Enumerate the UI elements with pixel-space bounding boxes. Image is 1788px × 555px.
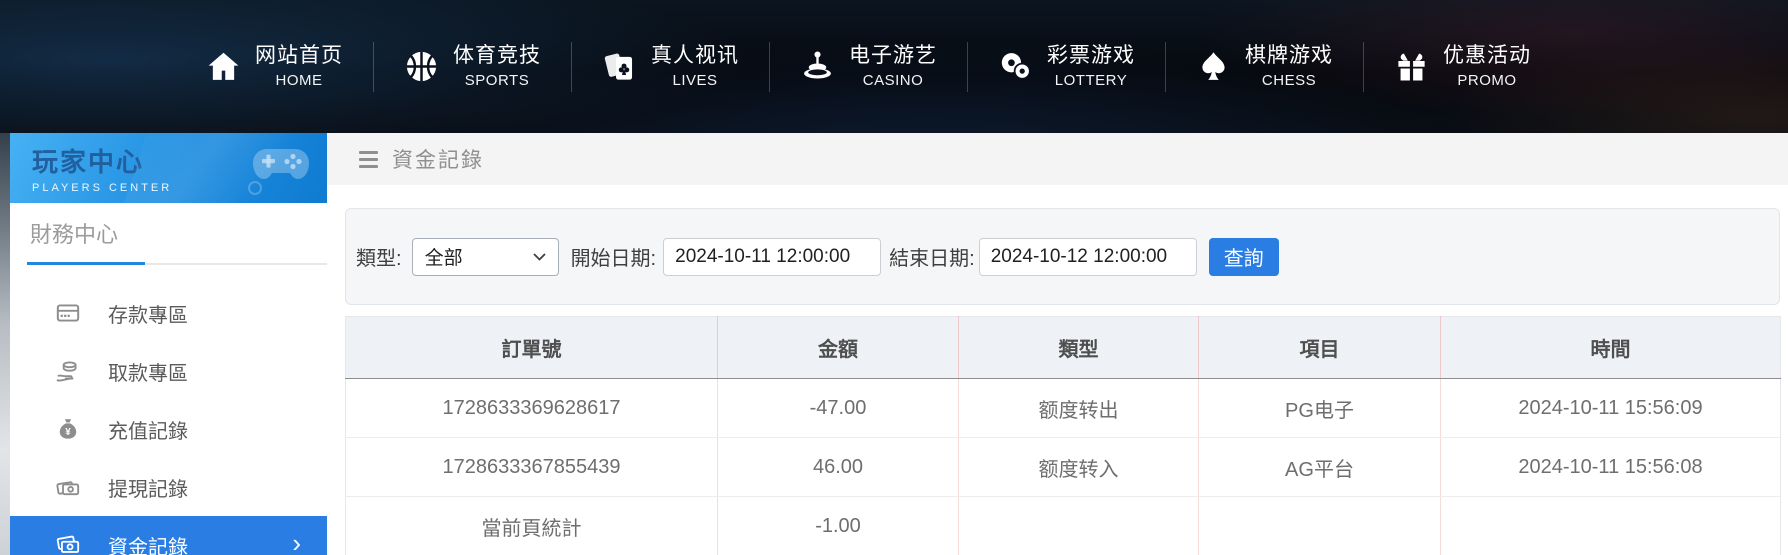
table-cell-item: AG平台 [1199,438,1441,497]
nav-label-zh: 真人视讯 [651,42,739,69]
page-edge-strip [0,133,10,555]
sidebar-item-funds-record[interactable]: 資金記錄 › [10,516,327,555]
sidebar-item-withdraw[interactable]: 取款專區 [10,342,327,400]
page-title-bar: 資金記錄 [327,133,1788,185]
table-cell-summary-amount: -1.00 [718,497,959,555]
sidebar-item-label: 取款專區 [108,357,188,386]
table-row: 1728633367855439 46.00 额度转入 AG平台 2024-10… [346,438,1781,497]
basketball-icon [404,49,439,84]
deposit-icon [55,300,81,326]
table-cell-type: 额度转出 [959,379,1199,438]
nav-item-lottery[interactable]: 彩票游戏 LOTTERY [968,42,1165,91]
nav-label-en: LOTTERY [1047,71,1135,91]
funds-record-table: 訂單號 金額 類型 項目 時間 1728633369628617 -47.00 … [345,316,1780,555]
sidebar: 玩家中心 PLAYERS CENTER 財務中心 存款專區 取款專區 ¥ 充值記… [10,133,327,555]
column-header-order-no: 訂單號 [346,317,718,379]
sidebar-item-recharge-record[interactable]: ¥ 充值記錄 [10,400,327,458]
end-date-label: 結束日期: [889,242,975,271]
nav-label-zh: 体育竞技 [453,42,541,69]
table-cell-empty [959,497,1199,555]
nav-label-zh: 网站首页 [255,42,343,69]
filter-bar: 類型: 全部 開始日期: 結束日期: 查詢 [345,208,1780,305]
end-date-input[interactable] [979,238,1197,276]
spade-icon [1196,49,1231,84]
section-divider [27,263,327,265]
nav-label-en: CASINO [849,71,937,91]
gamepad-icon [245,143,315,195]
sidebar-item-label: 充值記錄 [108,415,188,444]
nav-label-en: SPORTS [453,71,541,91]
nav-item-casino[interactable]: 电子游艺 CASINO [770,42,967,91]
chevron-down-icon [533,253,546,261]
sidebar-menu: 存款專區 取款專區 ¥ 充值記錄 提現記錄 資金記錄 › [10,284,327,555]
table-cell-item: PG电子 [1199,379,1441,438]
finance-center-section-title: 財務中心 [30,223,327,247]
nav-label-en: CHESS [1245,71,1333,91]
table-cell-order-no: 1728633369628617 [346,379,718,438]
table-cell-summary-label: 當前頁統計 [346,497,718,555]
sidebar-item-withdrawal-record[interactable]: 提現記錄 [10,458,327,516]
nav-item-promo[interactable]: 优惠活动 PROMO [1364,42,1561,91]
sidebar-item-label: 提現記錄 [108,473,188,502]
nav-label-en: HOME [255,71,343,91]
main-content: 資金記錄 類型: 全部 開始日期: 結束日期: 查詢 訂單號 金額 類型 項目 … [327,133,1788,555]
column-header-amount: 金額 [718,317,959,379]
cards-icon [602,49,637,84]
table-cell-empty [1441,497,1781,555]
nav-item-lives[interactable]: 真人视讯 LIVES [572,42,769,91]
nav-label-zh: 彩票游戏 [1047,42,1135,69]
start-date-label: 開始日期: [571,242,657,271]
svg-text:¥: ¥ [65,427,71,438]
top-navigation: 网站首页 HOME 体育竞技 SPORTS 真人视讯 LIVES 电子游艺 CA… [0,0,1788,133]
players-center-header: 玩家中心 PLAYERS CENTER [10,133,327,203]
withdraw-icon [55,358,81,384]
column-header-item: 項目 [1199,317,1441,379]
table-cell-type: 额度转入 [959,438,1199,497]
table-cell-time: 2024-10-11 15:56:08 [1441,438,1781,497]
nav-label-zh: 电子游艺 [849,42,937,69]
table-summary-row: 當前頁統計 -1.00 [346,497,1781,555]
table-cell-order-no: 1728633367855439 [346,438,718,497]
page-title: 資金記錄 [392,144,484,174]
sidebar-item-label: 存款專區 [108,299,188,328]
withdrawal-record-icon [55,474,81,500]
sidebar-item-deposit[interactable]: 存款專區 [10,284,327,342]
nav-item-chess[interactable]: 棋牌游戏 CHESS [1166,42,1363,91]
nav-label-en: PROMO [1443,71,1531,91]
sidebar-item-label: 資金記錄 [108,531,188,555]
recharge-record-icon: ¥ [55,416,81,442]
table-cell-amount: -47.00 [718,379,959,438]
table-cell-time: 2024-10-11 15:56:09 [1441,379,1781,438]
type-select[interactable]: 全部 [412,238,559,276]
nav-label-en: LIVES [651,71,739,91]
lottery-balls-icon [998,49,1033,84]
funds-record-icon [55,532,81,555]
table-row: 1728633369628617 -47.00 额度转出 PG电子 2024-1… [346,379,1781,438]
column-header-type: 類型 [959,317,1199,379]
gift-icon [1394,49,1429,84]
chevron-right-icon: › [292,530,301,555]
type-select-value: 全部 [425,243,463,270]
type-label: 類型: [356,242,402,271]
roulette-icon [800,49,835,84]
nav-label-zh: 棋牌游戏 [1245,42,1333,69]
table-cell-amount: 46.00 [718,438,959,497]
home-icon [206,49,241,84]
column-header-time: 時間 [1441,317,1781,379]
table-cell-empty [1199,497,1441,555]
start-date-input[interactable] [663,238,881,276]
nav-label-zh: 优惠活动 [1443,42,1531,69]
table-header-row: 訂單號 金額 類型 項目 時間 [346,317,1781,379]
nav-item-sports[interactable]: 体育竞技 SPORTS [374,42,571,91]
nav-item-home[interactable]: 网站首页 HOME [176,42,373,91]
search-button[interactable]: 查詢 [1209,238,1279,276]
menu-icon[interactable] [359,151,378,168]
